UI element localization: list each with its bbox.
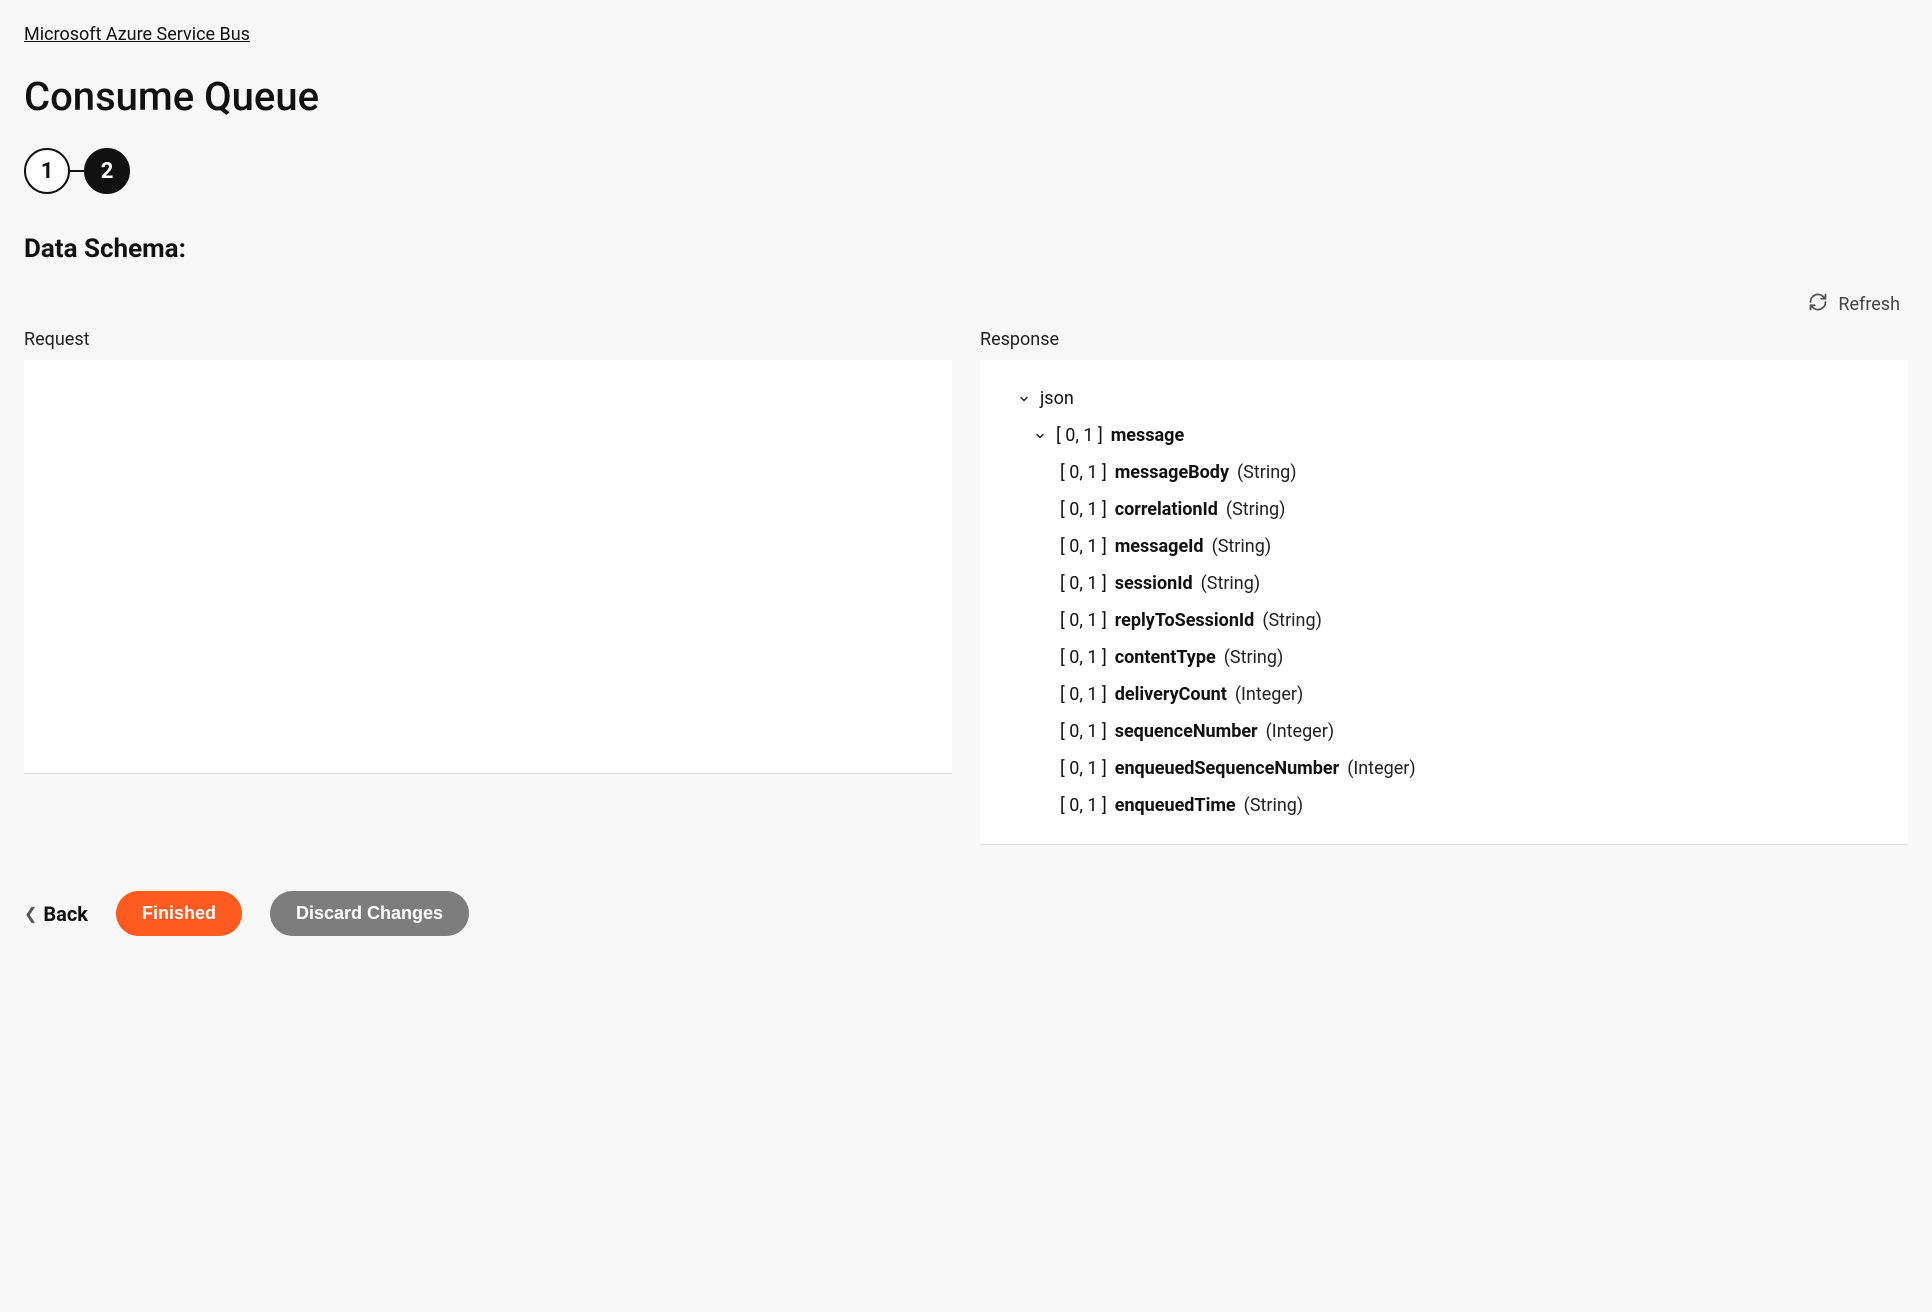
chevron-down-icon bbox=[1016, 393, 1032, 405]
tree-node-type: (String) bbox=[1201, 570, 1261, 597]
tree-node-name: enqueuedSequenceNumber bbox=[1115, 755, 1339, 782]
tree-node-cardinality: [ 0, 1 ] bbox=[1060, 792, 1107, 819]
tree-node-type: (Integer) bbox=[1347, 755, 1415, 782]
tree-node-field[interactable]: [ 0, 1 ] contentType (String) bbox=[1004, 639, 1884, 676]
tree-node-type: (String) bbox=[1226, 496, 1286, 523]
tree-node-type: (String) bbox=[1262, 607, 1322, 634]
tree-node-type: (String) bbox=[1212, 533, 1272, 560]
tree-node-message[interactable]: [ 0, 1 ] message bbox=[1004, 417, 1884, 454]
tree-node-field[interactable]: [ 0, 1 ] sessionId (String) bbox=[1004, 565, 1884, 602]
tree-node-name: messageId bbox=[1115, 533, 1204, 560]
step-connector bbox=[70, 170, 84, 172]
refresh-icon bbox=[1808, 292, 1828, 317]
section-heading: Data Schema: bbox=[24, 234, 1908, 264]
step-1[interactable]: 1 bbox=[24, 148, 70, 194]
tree-node-cardinality: [ 0, 1 ] bbox=[1060, 533, 1107, 560]
tree-node-field[interactable]: [ 0, 1 ] correlationId (String) bbox=[1004, 491, 1884, 528]
tree-node-cardinality: [ 0, 1 ] bbox=[1060, 496, 1107, 523]
tree-node-cardinality: [ 0, 1 ] bbox=[1060, 459, 1107, 486]
breadcrumb-link[interactable]: Microsoft Azure Service Bus bbox=[24, 24, 250, 45]
tree-node-name: sequenceNumber bbox=[1115, 718, 1258, 745]
tree-node-cardinality: [ 0, 1 ] bbox=[1060, 755, 1107, 782]
chevron-down-icon bbox=[1032, 430, 1048, 442]
tree-node-name: replyToSessionId bbox=[1115, 607, 1255, 634]
tree-node-name: correlationId bbox=[1115, 496, 1218, 523]
tree-node-type: (Integer) bbox=[1235, 681, 1303, 708]
tree-node-cardinality: [ 0, 1 ] bbox=[1060, 570, 1107, 597]
step-2[interactable]: 2 bbox=[84, 148, 130, 194]
back-label: Back bbox=[43, 902, 88, 926]
tree-node-label: json bbox=[1040, 385, 1074, 412]
chevron-left-icon: ❮ bbox=[24, 904, 37, 923]
tree-node-field[interactable]: [ 0, 1 ] deliveryCount (Integer) bbox=[1004, 676, 1884, 713]
tree-node-field[interactable]: [ 0, 1 ] enqueuedSequenceNumber (Integer… bbox=[1004, 750, 1884, 787]
tree-node-field[interactable]: [ 0, 1 ] messageBody (String) bbox=[1004, 454, 1884, 491]
tree-node-type: (Integer) bbox=[1266, 718, 1334, 745]
tree-node-name: sessionId bbox=[1115, 570, 1193, 597]
refresh-label: Refresh bbox=[1838, 294, 1900, 315]
tree-node-json[interactable]: json bbox=[1004, 380, 1884, 417]
tree-node-type: (String) bbox=[1224, 644, 1284, 671]
tree-node-cardinality: [ 0, 1 ] bbox=[1060, 607, 1107, 634]
response-panel: json [ 0, 1 ] message [ 0, 1 ] messageBo… bbox=[980, 360, 1908, 845]
tree-node-cardinality: [ 0, 1 ] bbox=[1056, 422, 1103, 449]
tree-node-name: enqueuedTime bbox=[1115, 792, 1236, 819]
tree-node-name: deliveryCount bbox=[1115, 681, 1227, 708]
tree-node-name: contentType bbox=[1115, 644, 1216, 671]
request-panel-label: Request bbox=[24, 329, 952, 350]
refresh-button[interactable]: Refresh bbox=[1800, 288, 1908, 321]
tree-node-field[interactable]: [ 0, 1 ] messageId (String) bbox=[1004, 528, 1884, 565]
stepper: 1 2 bbox=[24, 148, 1908, 194]
tree-node-type: (String) bbox=[1244, 792, 1304, 819]
tree-node-cardinality: [ 0, 1 ] bbox=[1060, 644, 1107, 671]
tree-node-field[interactable]: [ 0, 1 ] replyToSessionId (String) bbox=[1004, 602, 1884, 639]
page-title: Consume Queue bbox=[24, 73, 1908, 120]
tree-node-field[interactable]: [ 0, 1 ] sequenceNumber (Integer) bbox=[1004, 713, 1884, 750]
tree-node-cardinality: [ 0, 1 ] bbox=[1060, 718, 1107, 745]
back-button[interactable]: ❮ Back bbox=[24, 902, 88, 926]
finished-button[interactable]: Finished bbox=[116, 891, 242, 936]
discard-changes-button[interactable]: Discard Changes bbox=[270, 891, 469, 936]
request-panel bbox=[24, 360, 952, 774]
tree-node-field[interactable]: [ 0, 1 ] enqueuedTime (String) bbox=[1004, 787, 1884, 824]
tree-node-type: (String) bbox=[1237, 459, 1297, 486]
tree-node-name: messageBody bbox=[1115, 459, 1229, 486]
tree-node-cardinality: [ 0, 1 ] bbox=[1060, 681, 1107, 708]
tree-node-name: message bbox=[1111, 422, 1184, 449]
response-panel-label: Response bbox=[980, 329, 1908, 350]
